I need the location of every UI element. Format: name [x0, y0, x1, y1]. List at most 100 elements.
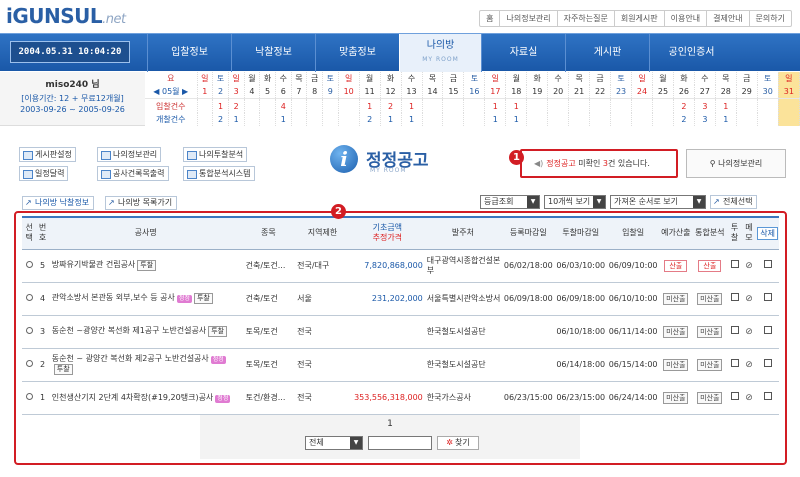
site-logo[interactable]: iGUNSUL.net	[6, 4, 126, 28]
row-radio[interactable]	[22, 315, 37, 349]
top-link[interactable]: 나의정보관리	[500, 11, 558, 26]
radio-button[interactable]	[25, 359, 33, 367]
radio-button[interactable]	[25, 293, 33, 301]
project-name-link[interactable]: 인천생산기지 2단계 4차확장(#19,20탱크)공사	[52, 393, 214, 402]
top-link[interactable]: 문의하기	[750, 11, 791, 26]
table-row[interactable]: 3 동순천 ~광양간 복선화 제1공구 노반건설공사 투찰 토목/토건 전국 한국철도시설…	[22, 315, 779, 349]
nav-item[interactable]: 낙찰정보	[231, 34, 315, 72]
analysis-button[interactable]: 미산출	[697, 325, 723, 338]
search-field-select[interactable]: 전체 ▼	[305, 436, 363, 450]
calendar-cell: 금	[736, 72, 758, 86]
bid-checkbox[interactable]	[730, 260, 739, 268]
pred-button[interactable]: 산출	[664, 259, 688, 272]
pred-button[interactable]: 미산출	[663, 325, 689, 338]
top-link[interactable]: 홈	[480, 11, 501, 26]
memo-icon[interactable]: ⊘	[745, 360, 753, 370]
delete-checkbox[interactable]	[763, 260, 772, 268]
row-name[interactable]: 관악소방서 본관동 외부,보수 등 공사 정정 투찰	[48, 282, 243, 316]
row-name[interactable]: 동순천 ~ 광양간 복선화 제2공구 노반건설공사 정정투찰	[48, 348, 243, 382]
page-number[interactable]: 1	[200, 419, 580, 429]
row-delete	[756, 282, 779, 316]
sort-select[interactable]: 가져온 순서로 보기 ▼	[610, 195, 706, 209]
bid-checkbox[interactable]	[730, 392, 739, 400]
col-est-label: 추정가격	[372, 233, 403, 243]
analysis-button[interactable]: 산출	[698, 259, 722, 272]
pred-button[interactable]: 미산출	[663, 391, 689, 404]
table-row[interactable]: 1 인천생산기지 2단계 4차확장(#19,20탱크)공사 정정 토건/환경... 전국…	[22, 381, 779, 415]
row-reg-end	[502, 315, 555, 349]
pred-button[interactable]: 미산출	[663, 292, 689, 305]
delete-checkbox[interactable]	[763, 293, 772, 301]
calendar-cell	[197, 112, 214, 126]
bid-checkbox[interactable]	[730, 293, 739, 301]
tab-award-info[interactable]: 나의방 낙찰정보	[22, 196, 95, 210]
project-name-link[interactable]: 관악소방서 본관동 외부,보수 등 공사	[52, 293, 175, 302]
schedule-calendar-button[interactable]: 일정달력	[19, 166, 69, 181]
integrated-analysis-button[interactable]: 통합분석시스템	[183, 166, 255, 181]
nav-item[interactable]: 게시판	[565, 34, 649, 72]
memo-icon[interactable]: ⊘	[745, 294, 753, 304]
nav-item[interactable]: 나의방 MY ROOM	[399, 34, 481, 72]
correction-notice[interactable]: ◀) 정정공고 미확인 3건 있습니다.	[520, 149, 678, 178]
my-bid-analysis-button[interactable]: 나의투찰분석	[183, 147, 248, 162]
calendar-cell	[610, 98, 633, 113]
pred-button[interactable]: 미산출	[663, 358, 689, 371]
bid-checkbox[interactable]	[730, 359, 739, 367]
memo-icon[interactable]: ⊘	[745, 327, 753, 337]
nav-item[interactable]: 입찰정보	[147, 34, 231, 72]
radio-button[interactable]	[25, 326, 33, 334]
my-info-button[interactable]: ⚲ 나의정보관리	[686, 149, 786, 178]
project-name-link[interactable]: 동순천 ~ 광양간 복선화 제2공구 노반건설공사	[52, 354, 209, 363]
row-reg-end: 06/02/18:00	[502, 249, 555, 283]
grade-select[interactable]: 등급조회 ▼	[480, 195, 540, 209]
top-link[interactable]: 이용안내	[665, 11, 708, 26]
my-info-tool-button[interactable]: 나의정보관리	[97, 147, 162, 162]
row-name[interactable]: 방짜유기박물관 건립공사 투찰	[48, 249, 243, 283]
table-row[interactable]: 4 관악소방서 본관동 외부,보수 등 공사 정정 투찰 건축/토건 서울 231,202,…	[22, 282, 779, 316]
info-icon: i	[330, 145, 358, 173]
delete-checkbox[interactable]	[763, 392, 772, 400]
row-radio[interactable]	[22, 249, 37, 283]
project-name-link[interactable]: 동순천 ~광양간 복선화 제1공구 노반건설공사	[52, 326, 206, 335]
project-name-link[interactable]: 방짜유기박물관 건립공사	[52, 260, 136, 269]
calendar-cell: 21	[568, 85, 591, 100]
calendar-row: ◀ 05월 ▶ 1 2 3 4 5 6 7 8 9 10 11 12 13 14 15 16 17 18 19 20 21…	[145, 85, 800, 100]
top-link[interactable]: 자주하는질문	[558, 11, 615, 26]
bid-tag[interactable]: 투찰	[208, 326, 228, 337]
per-page-select[interactable]: 10개씩 보기 ▼	[544, 195, 606, 209]
print-list-button[interactable]: 공사건록목출력	[97, 166, 169, 181]
nav-item[interactable]: 공인인증서	[649, 34, 733, 72]
table-row[interactable]: 2 동순천 ~ 광양간 복선화 제2공구 노반건설공사 정정투찰 토목/토건 전국 한국철…	[22, 348, 779, 382]
search-button[interactable]: ✲ 찾기	[437, 436, 479, 450]
top-link[interactable]: 결제안내	[707, 11, 750, 26]
delete-checkbox[interactable]	[763, 359, 772, 367]
analysis-button[interactable]: 미산출	[697, 358, 723, 371]
radio-button[interactable]	[25, 260, 33, 268]
calendar-cell: 월	[505, 72, 528, 86]
top-link[interactable]: 회원게시판	[615, 11, 665, 26]
row-radio[interactable]	[22, 282, 37, 316]
tab-list[interactable]: 나의방 목록가기	[105, 196, 178, 210]
bid-tag[interactable]: 투찰	[193, 293, 213, 304]
nav-item[interactable]: 자료실	[481, 34, 565, 72]
bid-tag[interactable]: 투찰	[137, 260, 157, 271]
board-settings-button[interactable]: 게시판설정	[19, 147, 76, 162]
table-row[interactable]: 5 방짜유기박물관 건립공사 투찰 건축/토건... 전국/대구 7,820,868,00…	[22, 249, 779, 283]
analysis-button[interactable]: 미산출	[697, 292, 723, 305]
row-name[interactable]: 인천생산기지 2단계 4차확장(#19,20탱크)공사 정정	[48, 381, 243, 415]
memo-icon[interactable]: ⊘	[745, 261, 753, 271]
radio-button[interactable]	[25, 392, 33, 400]
select-all-button[interactable]: 전체선택	[710, 195, 758, 209]
delete-button[interactable]: 삭제	[757, 226, 778, 240]
row-name[interactable]: 동순천 ~광양간 복선화 제1공구 노반건설공사 투찰	[48, 315, 243, 349]
delete-checkbox[interactable]	[763, 326, 772, 334]
search-input[interactable]	[368, 436, 432, 450]
calendar-row: 개찰건수 2 1 1 2 1 1 1 1 2 3 1	[145, 112, 800, 126]
row-radio[interactable]	[22, 348, 37, 382]
bid-tag[interactable]: 투찰	[53, 364, 73, 375]
row-radio[interactable]	[22, 381, 37, 415]
memo-icon[interactable]: ⊘	[745, 393, 753, 403]
bid-checkbox[interactable]	[730, 326, 739, 334]
nav-item[interactable]: 맞춤정보	[315, 34, 399, 72]
analysis-button[interactable]: 미산출	[697, 391, 723, 404]
